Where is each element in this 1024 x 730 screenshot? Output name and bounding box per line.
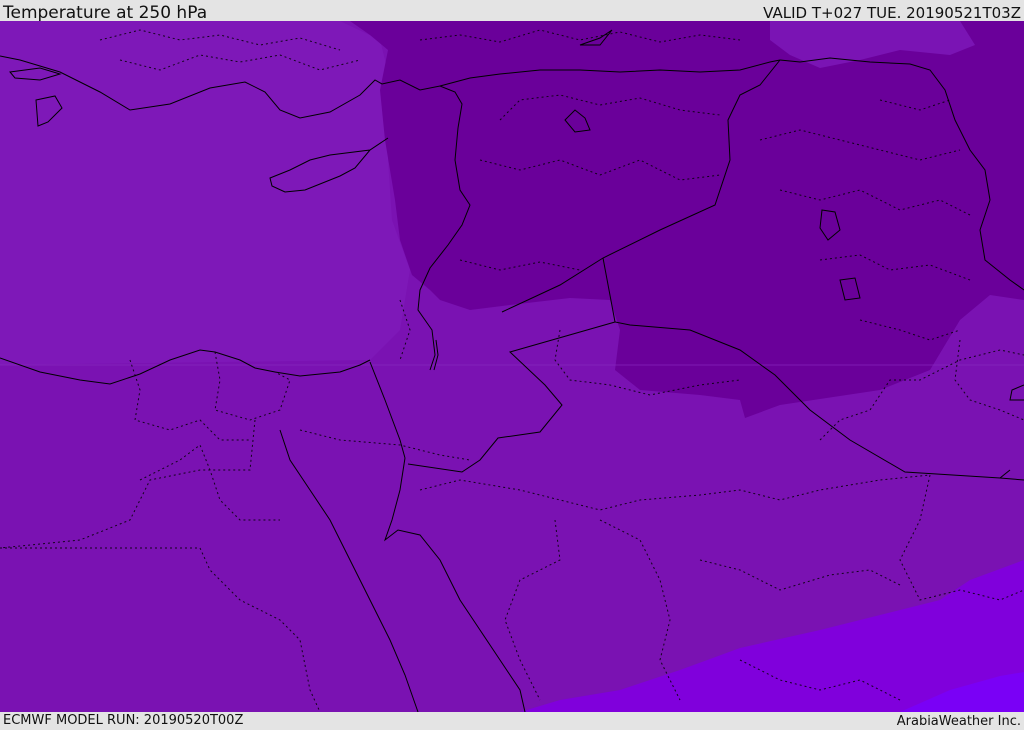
credit-label: ArabiaWeather Inc. xyxy=(896,714,1021,729)
map-title: Temperature at 250 hPa xyxy=(3,3,208,23)
temperature-field xyxy=(0,21,1024,712)
footer-bar: ECMWF MODEL RUN: 20190520T00Z ArabiaWeat… xyxy=(0,712,1024,729)
weather-map[interactable] xyxy=(0,21,1024,712)
valid-time: VALID T+027 TUE. 20190521T03Z xyxy=(763,4,1021,22)
header-bar: Temperature at 250 hPa VALID T+027 TUE. … xyxy=(0,0,1024,23)
model-run-label: ECMWF MODEL RUN: 20190520T00Z xyxy=(3,713,244,728)
